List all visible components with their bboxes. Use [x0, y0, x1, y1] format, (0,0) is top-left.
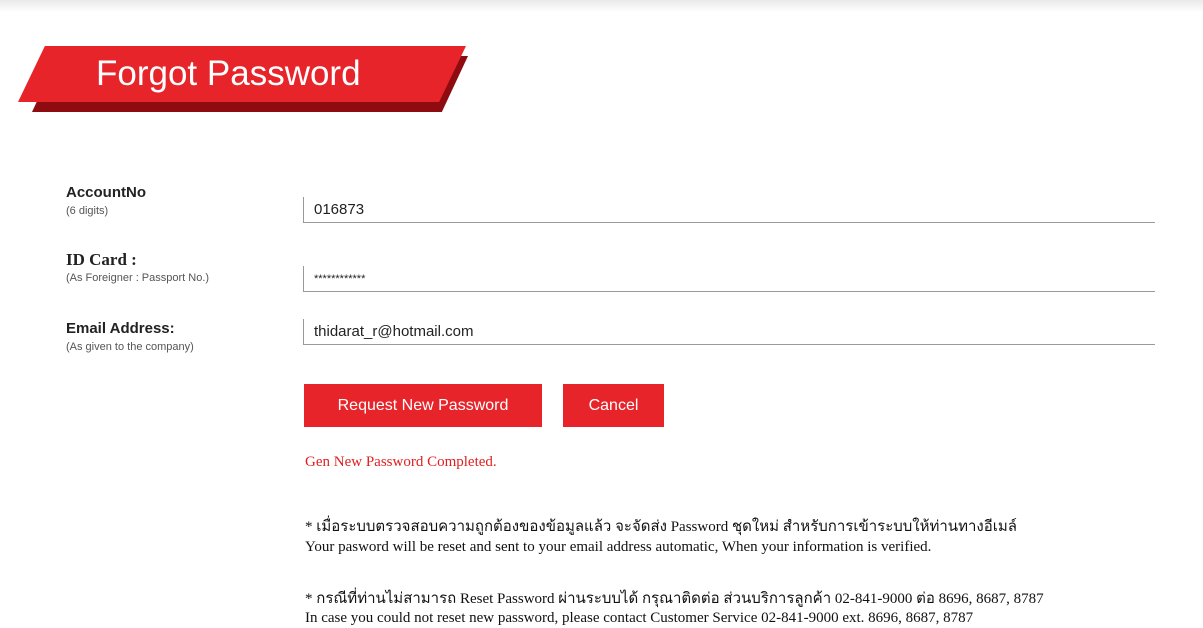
idcard-label-block: ID Card : (As Foreigner : Passport No.): [66, 251, 209, 285]
account-label-block: AccountNo (6 digits): [66, 184, 146, 218]
account-label: AccountNo: [66, 184, 146, 201]
note-2-thai: * กรณีที่ท่านไม่สามารถ Reset Password ผ่…: [305, 591, 1044, 607]
cancel-button[interactable]: Cancel: [563, 384, 664, 427]
idcard-input[interactable]: [303, 266, 1155, 292]
note-1-thai: * เมื่อระบบตรวจสอบความถูกต้องของข้อมูลแล…: [305, 519, 1017, 535]
email-label-block: Email Address: (As given to the company): [66, 320, 194, 354]
email-input[interactable]: [303, 319, 1155, 345]
idcard-hint: (As Foreigner : Passport No.): [66, 272, 210, 284]
top-shade: [0, 0, 1203, 12]
note-2-english: In case you could not reset new password…: [305, 610, 974, 626]
request-new-password-button[interactable]: Request New Password: [304, 384, 542, 427]
email-hint: (As given to the company): [66, 341, 194, 353]
status-message: Gen New Password Completed.: [305, 454, 497, 470]
account-hint: (6 digits): [66, 205, 109, 217]
idcard-label: ID Card :: [66, 250, 137, 269]
note-1-english: Your pasword will be reset and sent to y…: [305, 539, 932, 555]
account-input[interactable]: [303, 197, 1155, 223]
page-banner: Forgot Password: [18, 46, 478, 116]
email-label: Email Address:: [66, 320, 175, 337]
page-title: Forgot Password: [96, 54, 361, 93]
